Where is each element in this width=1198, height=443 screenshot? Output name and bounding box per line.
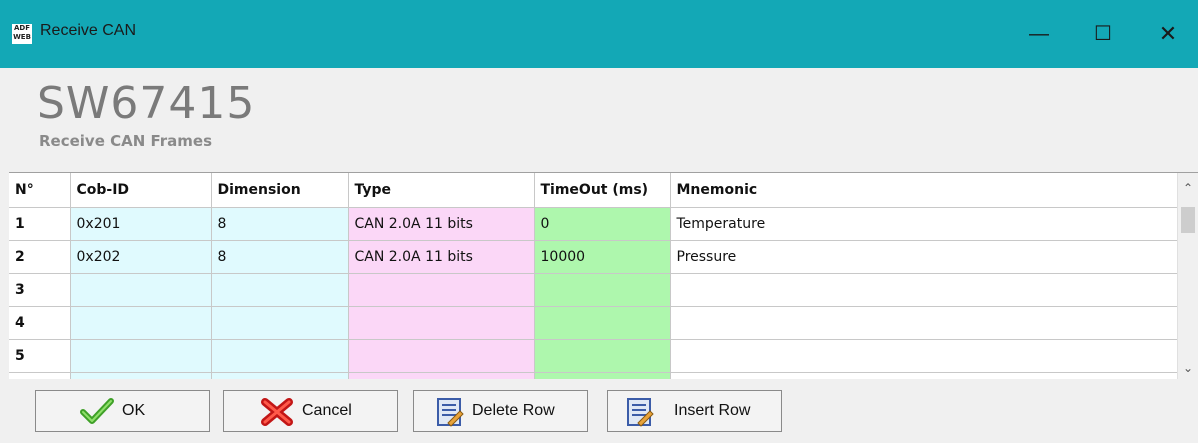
delete-row-button[interactable]: Delete Row <box>413 390 588 432</box>
table-row[interactable]: 1 0x201 8 CAN 2.0A 11 bits 0 Temperature <box>9 207 1178 241</box>
cancel-button[interactable]: Cancel <box>223 390 398 432</box>
column-header-cob-id[interactable]: Cob-ID <box>70 173 212 208</box>
scroll-up-arrow-icon[interactable]: ⌃ <box>1178 179 1198 197</box>
title-bar: ADF WEB Receive CAN — ☐ ✕ <box>0 0 1198 68</box>
mnemonic-cell[interactable] <box>670 273 1178 307</box>
type-cell[interactable] <box>348 306 535 340</box>
scrollbar-thumb[interactable] <box>1181 207 1195 233</box>
dimension-cell[interactable] <box>211 306 349 340</box>
checkmark-icon <box>80 398 114 424</box>
timeout-cell[interactable] <box>534 306 671 340</box>
type-cell[interactable]: CAN 2.0A 11 bits <box>348 240 535 274</box>
maximize-button[interactable]: ☐ <box>1080 14 1126 54</box>
cob-id-cell[interactable] <box>70 306 212 340</box>
main-content: SW67415 Receive CAN Frames N° Cob-ID Dim… <box>9 68 1198 443</box>
mnemonic-cell[interactable]: Temperature <box>670 207 1178 241</box>
column-header-dimension[interactable]: Dimension <box>211 173 349 208</box>
type-cell[interactable]: CAN 2.0A 11 bits <box>348 207 535 241</box>
vertical-scrollbar[interactable]: ⌃ ⌄ <box>1177 173 1198 379</box>
red-x-icon <box>261 398 293 426</box>
ok-label: OK <box>122 402 146 419</box>
ok-button[interactable]: OK <box>35 390 210 432</box>
row-number: 1 <box>9 207 71 241</box>
insert-row-icon <box>627 398 654 427</box>
mnemonic-cell[interactable]: Pressure <box>670 240 1178 274</box>
app-logo-icon: ADF WEB <box>12 24 32 44</box>
insert-row-label: Insert Row <box>674 402 751 419</box>
window-title: Receive CAN <box>40 22 137 39</box>
column-header-number[interactable]: N° <box>9 173 71 208</box>
frames-grid: N° Cob-ID Dimension Type TimeOut (ms) Mn… <box>9 172 1198 379</box>
table-row[interactable]: 3 <box>9 273 1178 307</box>
insert-row-button[interactable]: Insert Row <box>607 390 782 432</box>
timeout-cell[interactable]: 10000 <box>534 240 671 274</box>
cob-id-cell[interactable]: 0x202 <box>70 240 212 274</box>
table-header-row: N° Cob-ID Dimension Type TimeOut (ms) Mn… <box>9 173 1178 208</box>
page-subtitle: Receive CAN Frames <box>39 132 213 150</box>
dimension-cell[interactable] <box>211 273 349 307</box>
page-title: SW67415 <box>37 78 256 129</box>
row-number: 5 <box>9 339 71 373</box>
column-header-type[interactable]: Type <box>348 173 535 208</box>
dimension-cell[interactable]: 8 <box>211 240 349 274</box>
mnemonic-cell[interactable] <box>670 339 1178 373</box>
cob-id-cell[interactable]: 0x201 <box>70 207 212 241</box>
table-row[interactable]: 2 0x202 8 CAN 2.0A 11 bits 10000 Pressur… <box>9 240 1178 274</box>
delete-row-icon <box>437 398 464 427</box>
cob-id-cell[interactable] <box>70 273 212 307</box>
column-header-timeout[interactable]: TimeOut (ms) <box>534 173 671 208</box>
row-number: 3 <box>9 273 71 307</box>
table-row[interactable]: 5 <box>9 339 1178 373</box>
mnemonic-cell[interactable] <box>670 306 1178 340</box>
column-header-mnemonic[interactable]: Mnemonic <box>670 173 1178 208</box>
frames-table: N° Cob-ID Dimension Type TimeOut (ms) Mn… <box>9 173 1178 379</box>
timeout-cell[interactable] <box>534 339 671 373</box>
dimension-cell[interactable] <box>211 339 349 373</box>
row-number: 4 <box>9 306 71 340</box>
close-button[interactable]: ✕ <box>1145 14 1191 54</box>
timeout-cell[interactable] <box>534 273 671 307</box>
cancel-label: Cancel <box>302 402 352 419</box>
timeout-cell[interactable]: 0 <box>534 207 671 241</box>
scroll-down-arrow-icon[interactable]: ⌄ <box>1178 359 1198 377</box>
table-row[interactable] <box>9 372 1178 379</box>
row-number: 2 <box>9 240 71 274</box>
dimension-cell[interactable]: 8 <box>211 207 349 241</box>
type-cell[interactable] <box>348 273 535 307</box>
table-row[interactable]: 4 <box>9 306 1178 340</box>
type-cell[interactable] <box>348 339 535 373</box>
delete-row-label: Delete Row <box>472 402 555 419</box>
minimize-button[interactable]: — <box>1016 14 1062 54</box>
cob-id-cell[interactable] <box>70 339 212 373</box>
